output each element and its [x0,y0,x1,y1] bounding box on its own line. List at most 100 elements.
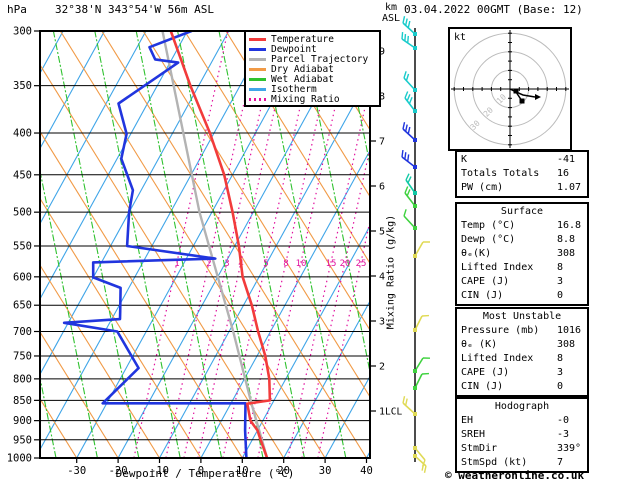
stats-value: 8 [557,352,563,366]
legend-swatch-mixing_ratio [249,98,266,101]
km-tick-label: 3 [379,317,385,328]
stats-value: 308 [557,338,575,352]
pressure-tick-label: 300 [13,26,32,38]
stats-box-indices: K -41Totals Totals16PW (cm)1.07 [455,150,589,198]
stats-box-hodograph-stats: HodographEH-0SREH-3StmDir339°StmSpd (kt)… [455,397,589,473]
skewt-sounding-page: 1234581015202530035040045050055060065070… [0,0,629,486]
stats-row: θₑ(K)308 [457,247,587,261]
stats-label: K [461,154,467,165]
legend-item: Parcel Trajectory [249,54,376,64]
stats-value: 0 [557,380,563,394]
stats-value: 7 [557,456,563,470]
stats-box-title: Surface [457,205,587,219]
barb-feather [402,150,403,157]
barb-feather [402,32,403,39]
barb-staff [404,216,415,228]
legend-swatch-dry_adiabat [249,68,266,71]
stats-box-title: Hodograph [457,400,587,414]
barb-feather [406,399,408,406]
pressure-tick-label: 1000 [7,453,32,465]
wind-barb-column [402,16,430,473]
barb-feather [407,189,410,195]
barb-feather [403,122,405,129]
barb-feather [408,127,410,134]
stats-box-title: Most Unstable [457,310,587,324]
stats-value: 3 [557,366,563,380]
mixing-ratio-value-label: 8 [283,259,288,269]
legend-item: Wet Adiabat [249,74,376,84]
km-tick-label: 7 [379,137,385,148]
hodograph-marker [520,99,525,104]
pressure-tick-label: 850 [13,395,32,407]
legend-item: Mixing Ratio [249,94,376,104]
mixing-ratio-value-label: 10 [296,259,307,269]
pressure-tick-label: 800 [13,373,32,385]
stats-label: CAPE (J) [461,367,509,378]
barb-feather [406,174,409,180]
dry-adiabat-line [0,31,77,458]
stats-label: PW (cm) [461,182,503,193]
legend-swatch-parcel [249,58,266,61]
pressure-tick-label: 600 [13,271,32,283]
stats-row: Totals Totals16 [457,167,587,181]
barb-feather [404,209,406,216]
barb-feather [407,94,410,100]
hodograph-marker [514,89,519,94]
pressure-tick-label: 350 [13,80,32,92]
stats-label: Pressure (mb) [461,325,539,336]
stats-row: CAPE (J)3 [457,275,587,289]
stats-label: Dewp (°C) [461,234,515,245]
barb-feather [422,464,424,471]
barb-staff [404,78,415,90]
mixing-ratio-value-label: 25 [356,259,367,269]
barb-feather [424,466,426,473]
stats-label: CIN (J) [461,381,503,392]
stats-value: 339° [557,442,581,456]
altitude-axis-ref: ASL [382,13,400,24]
barb-feather [405,187,408,193]
temperature-axis-label: Dewpoint / Temperature (°C) [40,468,370,480]
stats-value: 16 [557,167,569,181]
barb-feather [403,16,405,23]
stats-value: -41 [557,153,575,167]
pressure-tick-label: 750 [13,350,32,362]
stats-label: SREH [461,429,485,440]
barb-feather [405,152,406,159]
pressure-tick-label: 700 [13,326,32,338]
stats-row: StmDir339° [457,442,587,456]
copyright-text: © weatheronline.co.uk [445,470,584,482]
stats-label: θₑ(K) [461,248,491,259]
altitude-axis-unit: km [385,2,397,13]
barb-feather [406,74,408,81]
pressure-axis-unit: hPa [7,4,27,16]
pressure-tick-label: 450 [13,169,32,181]
km-tick-label: 6 [379,182,385,193]
barb-feather [409,97,412,103]
stats-row: Pressure (mb)1016 [457,324,587,338]
legend-item: Isotherm [249,84,376,94]
barb-feather [404,71,406,78]
barb-feather [408,21,410,28]
run-date-label: 03.04.2022 00GMT (Base: 12) [404,4,583,16]
pressure-tick-label: 500 [13,207,32,219]
barb-feather [408,177,411,183]
barb-feather [403,396,405,403]
stats-label: Lifted Index [461,353,533,364]
stats-value: 8.8 [557,233,575,247]
stats-label: CIN (J) [461,290,503,301]
barb-feather [406,19,408,26]
legend-item: Dewpoint [249,44,376,54]
stats-value: 16.8 [557,219,581,233]
legend-swatch-isotherm [249,88,266,91]
legend-swatch-dewpoint [249,48,266,51]
hodograph-unit-label: kt [454,32,466,43]
stats-label: θₑ (K) [461,339,497,350]
stats-row: Temp (°C)16.8 [457,219,587,233]
stats-label: Lifted Index [461,262,533,273]
barb-feather [405,92,408,98]
stats-row: CIN (J) 0 [457,380,587,394]
stats-row: PW (cm)1.07 [457,181,587,195]
stats-row: EH-0 [457,414,587,428]
stats-label: CAPE (J) [461,276,509,287]
barb-staff [415,358,423,371]
